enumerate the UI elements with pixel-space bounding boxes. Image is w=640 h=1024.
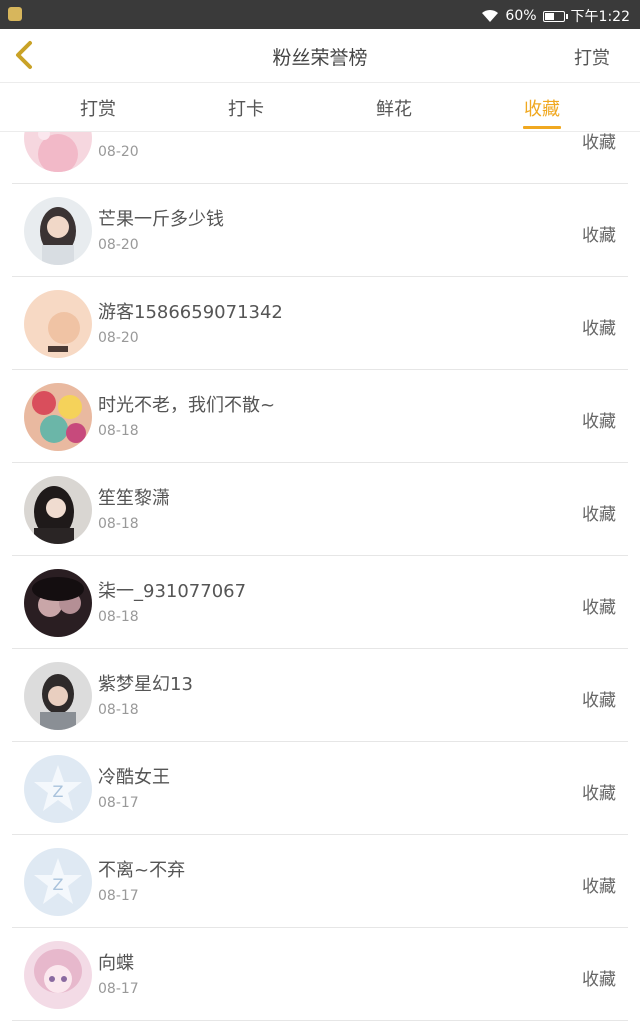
colorful-anime-avatar bbox=[24, 383, 92, 451]
list-item[interactable]: 时光不老，我们不散~ 08-18 收藏 bbox=[12, 371, 628, 463]
tab-label: 收藏 bbox=[524, 99, 560, 120]
item-date: 08-18 bbox=[98, 702, 139, 718]
girl-dark-hair-avatar bbox=[24, 476, 92, 544]
list-item[interactable]: 08-20 收藏 bbox=[12, 132, 628, 184]
item-date: 08-18 bbox=[98, 516, 139, 532]
list-item[interactable]: Z 不离~不弃 08-17 收藏 bbox=[12, 836, 628, 928]
item-date: 08-17 bbox=[98, 981, 139, 997]
favorite-label[interactable]: 收藏 bbox=[582, 500, 616, 525]
user-name: 柒一_931077067 bbox=[98, 581, 247, 602]
status-right: 60% 下午1:22 bbox=[481, 6, 630, 26]
favorite-label[interactable]: 收藏 bbox=[582, 686, 616, 711]
wifi-icon bbox=[482, 9, 499, 22]
dark-photo-avatar bbox=[24, 569, 92, 637]
tab-checkin[interactable]: 打卡 bbox=[206, 95, 286, 121]
tab-label: 鲜花 bbox=[376, 99, 412, 120]
battery-icon bbox=[542, 10, 568, 22]
app-notification-icon bbox=[8, 7, 22, 21]
default-qq-star-avatar: Z bbox=[24, 848, 92, 916]
page-title: 粉丝荣誉榜 bbox=[272, 47, 368, 69]
tab-bar: 打赏 打卡 鲜花 收藏 bbox=[0, 83, 640, 132]
person-photo-avatar bbox=[24, 662, 92, 730]
item-date: 08-17 bbox=[98, 795, 139, 811]
tab-label: 打赏 bbox=[80, 99, 116, 120]
list-item[interactable]: 笙笙黎潇 08-18 收藏 bbox=[12, 464, 628, 556]
tab-flowers[interactable]: 鲜花 bbox=[354, 95, 434, 121]
list-item[interactable]: 游客1586659071342 08-20 收藏 bbox=[12, 278, 628, 370]
list-item[interactable]: Z 冷酷女王 08-17 收藏 bbox=[12, 743, 628, 835]
battery-percent: 60% bbox=[505, 8, 537, 24]
item-date: 08-18 bbox=[98, 609, 139, 625]
favorite-label[interactable]: 收藏 bbox=[582, 221, 616, 246]
status-bar: 60% 下午1:22 bbox=[0, 0, 640, 29]
item-date: 08-17 bbox=[98, 888, 139, 904]
user-name: 芒果一斤多少钱 bbox=[98, 209, 224, 230]
favorite-label[interactable]: 收藏 bbox=[582, 965, 616, 990]
user-name: 笙笙黎潇 bbox=[98, 488, 170, 509]
favorite-label[interactable]: 收藏 bbox=[582, 314, 616, 339]
list-item[interactable]: 柒一_931077067 08-18 收藏 bbox=[12, 557, 628, 649]
item-date: 08-20 bbox=[98, 237, 139, 253]
favorite-label[interactable]: 收藏 bbox=[582, 779, 616, 804]
favorite-label[interactable]: 收藏 bbox=[582, 132, 616, 153]
girl-photo-avatar bbox=[24, 197, 92, 265]
user-name: 向蝶 bbox=[98, 953, 134, 974]
user-name: 时光不老，我们不散~ bbox=[98, 395, 276, 416]
clock: 下午1:22 bbox=[570, 9, 630, 25]
list-item[interactable]: 芒果一斤多少钱 08-20 收藏 bbox=[12, 185, 628, 277]
user-name: 冷酷女王 bbox=[98, 767, 170, 788]
favorite-label[interactable]: 收藏 bbox=[582, 593, 616, 618]
anime-girl-avatar bbox=[24, 941, 92, 1009]
reward-button[interactable]: 打赏 bbox=[574, 44, 610, 70]
active-tab-indicator bbox=[523, 126, 561, 129]
app-header: 粉丝荣誉榜 打赏 bbox=[0, 29, 640, 83]
user-name: 紫梦星幻13 bbox=[98, 674, 193, 695]
item-date: 08-20 bbox=[98, 330, 139, 346]
peach-photo-avatar bbox=[24, 290, 92, 358]
favorite-label[interactable]: 收藏 bbox=[582, 872, 616, 897]
item-date: 08-18 bbox=[98, 423, 139, 439]
tab-favorites[interactable]: 收藏 bbox=[502, 95, 582, 129]
battery-fill bbox=[544, 12, 555, 20]
svg-text:Z: Z bbox=[53, 875, 64, 894]
default-qq-star-avatar: Z bbox=[24, 755, 92, 823]
svg-text:Z: Z bbox=[53, 782, 64, 801]
user-name: 不离~不弃 bbox=[98, 860, 186, 881]
fan-list: 08-20 收藏 芒果一斤多少钱 08-20 收藏 游客158665907134… bbox=[0, 132, 640, 1024]
tab-label: 打卡 bbox=[228, 99, 264, 120]
list-item[interactable]: 紫梦星幻13 08-18 收藏 bbox=[12, 650, 628, 742]
list-item[interactable]: 向蝶 08-17 收藏 bbox=[12, 929, 628, 1021]
tab-reward[interactable]: 打赏 bbox=[58, 95, 138, 121]
item-date: 08-20 bbox=[98, 144, 139, 160]
user-name: 游客1586659071342 bbox=[98, 302, 283, 323]
pink-photo-avatar bbox=[24, 132, 92, 172]
favorite-label[interactable]: 收藏 bbox=[582, 407, 616, 432]
